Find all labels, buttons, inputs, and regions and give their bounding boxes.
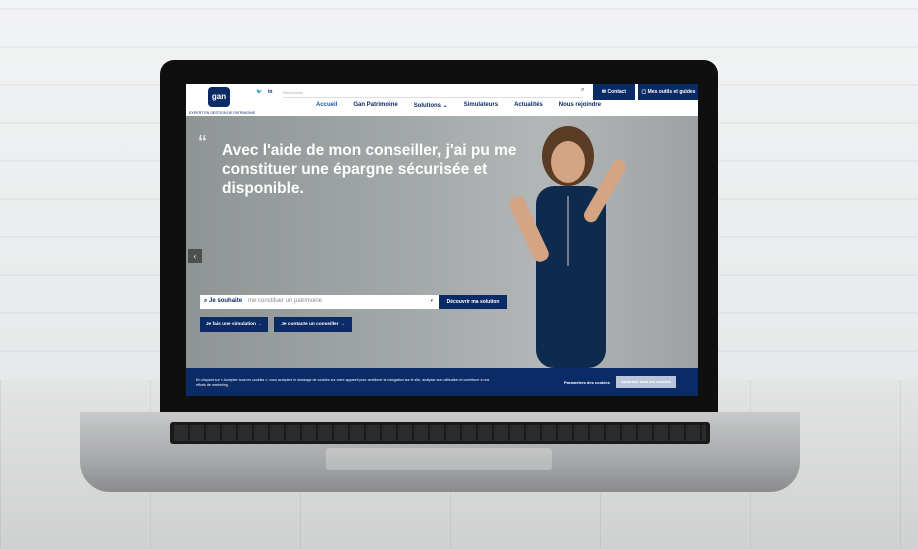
cookie-settings-link[interactable]: Paramètres des cookies [564,380,610,385]
contact-button[interactable]: ✉ Contact [593,84,635,100]
laptop-trackpad [326,448,552,470]
nav-item-nous-rejoindre[interactable]: Nous rejoindre [559,102,601,116]
main-nav: Accueil Gan Patrimoine Solutions ⌄ Simul… [316,102,601,116]
nav-item-accueil[interactable]: Accueil [316,102,337,116]
nav-item-actualites[interactable]: Actualités [514,102,543,116]
solution-selector-label: ⌕ Je souhaite [204,298,243,304]
logo-subtitle: EXPERT EN GESTION DE PATRIMOINE [189,111,256,115]
carousel-prev-button[interactable]: ‹ [188,249,202,263]
tools-button[interactable]: ▢ Mes outils et guides [637,84,698,100]
site-topbar: gan EXPERT EN GESTION DE PATRIMOINE 🐦 in… [186,84,698,115]
contact-advisor-button[interactable]: Je contacte un conseiller → [274,317,352,332]
accept-cookies-button[interactable]: Autoriser tous les cookies [616,376,676,388]
search-icon[interactable]: ⌕ [581,87,584,94]
linkedin-icon[interactable]: in [268,89,272,95]
tools-label: Mes outils et guides [647,89,696,95]
solution-selector[interactable]: ⌕ Je souhaite me constituer un patrimoin… [200,295,439,309]
cookie-banner: En cliquant sur « Accepter tous les cook… [186,368,698,396]
solution-selector-value: me constituer un patrimoine [248,298,323,304]
gan-logo[interactable]: gan [208,87,230,107]
nav-item-solutions[interactable]: Solutions ⌄ [414,102,448,116]
contact-label: Contact [607,89,627,95]
hero-headline: Avec l'aide de mon conseiller, j'ai pu m… [222,142,517,197]
chevron-down-icon: ▾ [430,298,433,304]
quote-icon: “ [198,132,207,152]
cookie-text: En cliquant sur « Accepter tous les cook… [196,378,490,387]
nav-item-gan-patrimoine[interactable]: Gan Patrimoine [353,102,397,116]
discover-solution-button[interactable]: Découvrir ma solution [439,295,507,309]
nav-item-simulateurs[interactable]: Simulateurs [464,102,498,116]
simulation-button[interactable]: Je fais une simulation → [200,317,268,332]
laptop-keyboard [170,422,710,444]
twitter-icon[interactable]: 🐦 [256,89,262,95]
laptop-screen: gan EXPERT EN GESTION DE PATRIMOINE 🐦 in… [186,84,698,396]
search-input[interactable]: Rechercher [283,88,583,98]
